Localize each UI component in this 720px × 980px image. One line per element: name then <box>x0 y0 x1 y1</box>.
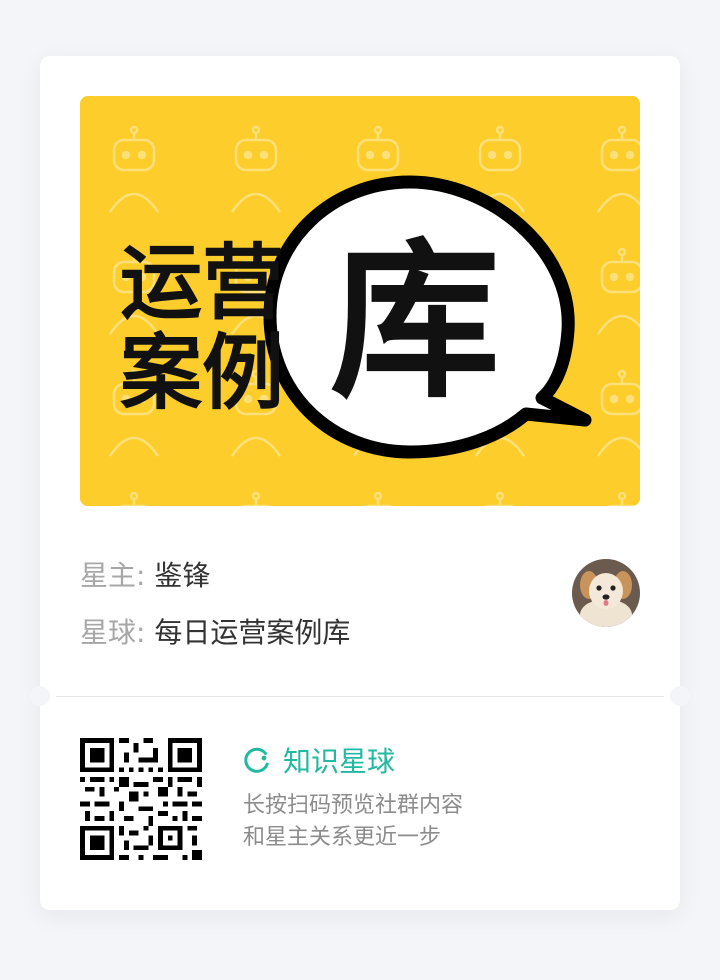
ticket-notch-right <box>670 686 690 706</box>
owner-label: 星主: <box>80 559 146 592</box>
planet-name: 每日运营案例库 <box>154 616 351 649</box>
planet-label: 星球: <box>80 616 146 649</box>
brand: 知识星球 <box>243 740 395 780</box>
cover-banner: 运营 案例 库 <box>80 96 640 506</box>
ticket-notch-left <box>30 686 50 706</box>
planet-logo-icon <box>244 747 269 773</box>
qr-code[interactable] <box>80 738 202 860</box>
divider <box>56 696 664 697</box>
scan-hint-line2: 和星主关系更近一步 <box>243 825 442 850</box>
owner-name: 鉴锋 <box>154 559 211 592</box>
share-card: 运营 案例 库 星主: 鉴锋 星球: 每日运营案例库 知识星球 长按扫码预览社群… <box>30 56 690 910</box>
avatar <box>572 559 640 627</box>
banner-title-line1: 运营 <box>120 236 284 331</box>
brand-name: 知识星球 <box>283 745 396 778</box>
planet-row: 星球: 每日运营案例库 <box>80 615 350 651</box>
scan-hint-line1: 长按扫码预览社群内容 <box>243 793 464 818</box>
banner-title-line2: 案例 <box>120 326 284 421</box>
owner-row: 星主: 鉴锋 <box>80 558 210 594</box>
bubble-character: 库 <box>330 224 500 422</box>
